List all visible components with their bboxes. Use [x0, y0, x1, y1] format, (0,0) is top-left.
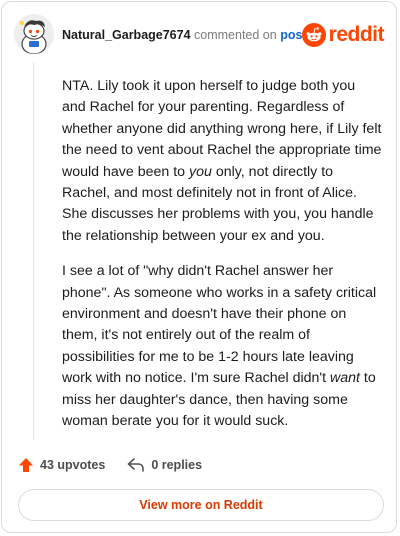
- comment-header: Natural_Garbage7674 commented on post re…: [14, 14, 385, 54]
- comment-emphasis: you: [189, 163, 212, 180]
- comment-body: NTA. Lily took it upon herself to judge …: [62, 76, 382, 447]
- username-link[interactable]: Natural_Garbage7674: [62, 28, 191, 42]
- comment-emphasis: want: [330, 370, 360, 387]
- thread-line: [33, 62, 34, 440]
- upvote-count: 43 upvotes: [40, 458, 106, 472]
- view-more-button[interactable]: View more on Reddit: [18, 489, 384, 521]
- upvote-button[interactable]: 43 upvotes: [18, 457, 105, 473]
- comment-meta: Natural_Garbage7674 commented on post: [62, 27, 307, 43]
- replies-button[interactable]: 0 replies: [127, 457, 202, 473]
- snoo-avatar-icon[interactable]: [14, 14, 54, 54]
- comment-embed-card: Natural_Garbage7674 commented on post re…: [1, 1, 397, 533]
- comment-paragraph: NTA. Lily took it upon herself to judge …: [62, 76, 382, 247]
- comment-actions: 43 upvotes 0 replies: [18, 454, 202, 476]
- reply-count: 0 replies: [151, 458, 203, 472]
- reddit-wordmark: reddit: [328, 23, 385, 46]
- comment-paragraph: I see a lot of "why didn't Rachel answer…: [62, 261, 382, 432]
- comment-text: I see a lot of "why didn't Rachel answer…: [62, 263, 377, 387]
- reddit-logo[interactable]: reddit: [301, 22, 385, 48]
- reddit-logo-icon: [301, 23, 326, 47]
- upvote-arrow-icon: [19, 458, 33, 472]
- reply-arrow-icon: [128, 458, 145, 472]
- commented-on-text: commented on: [194, 28, 277, 42]
